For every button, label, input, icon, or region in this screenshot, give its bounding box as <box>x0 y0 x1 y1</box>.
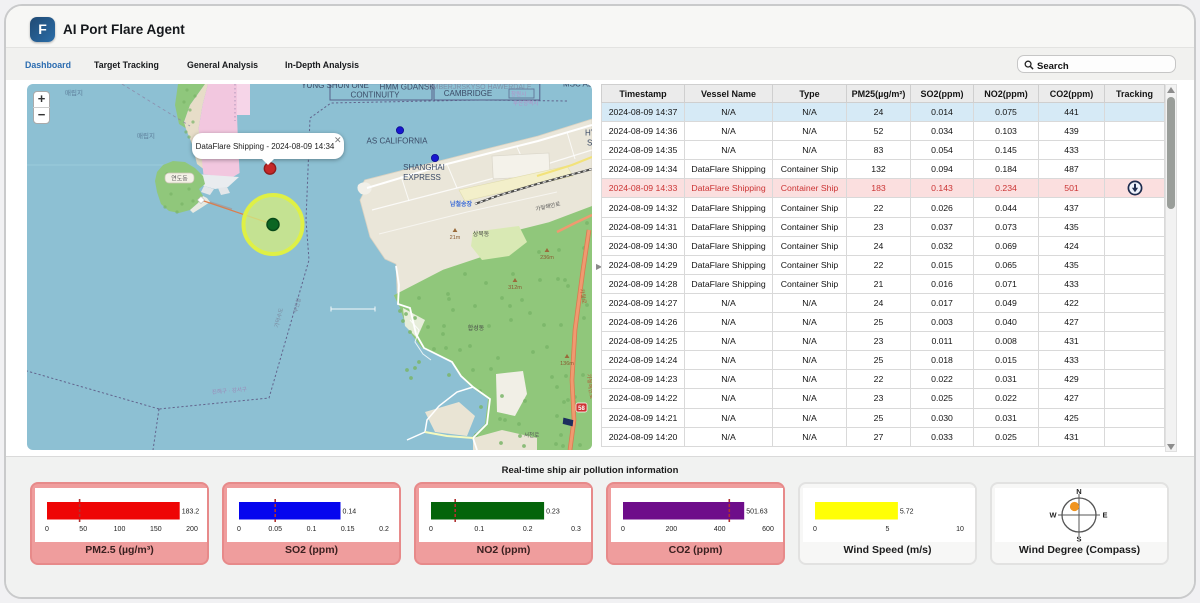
svg-text:183.2: 183.2 <box>182 509 200 516</box>
svg-text:10: 10 <box>956 526 964 533</box>
svg-text:0.14: 0.14 <box>343 509 357 516</box>
svg-text:5: 5 <box>886 526 890 533</box>
svg-text:21m: 21m <box>450 235 461 241</box>
svg-text:합성동: 합성동 <box>468 324 485 332</box>
svg-text:연도동: 연도동 <box>171 175 188 183</box>
svg-text:서천로: 서천로 <box>524 431 539 439</box>
svg-text:CONTINUITY: CONTINUITY <box>351 91 401 100</box>
svg-text:S: S <box>1076 535 1081 543</box>
svg-text:0: 0 <box>429 526 433 533</box>
svg-text:0.15: 0.15 <box>341 526 355 533</box>
svg-text:HY: HY <box>585 129 592 138</box>
svg-text:SH: SH <box>587 139 592 148</box>
svg-text:400: 400 <box>714 526 726 533</box>
svg-text:0.2: 0.2 <box>523 526 533 533</box>
svg-text:0: 0 <box>45 526 49 533</box>
svg-text:남철송장: 남철송장 <box>450 200 473 208</box>
svg-text:EXPRESS: EXPRESS <box>403 173 441 182</box>
svg-text:N: N <box>1076 488 1081 496</box>
svg-text:58: 58 <box>578 406 585 412</box>
svg-text:50: 50 <box>79 526 87 533</box>
svg-text:TIMBERJRSKYSO HAWERDALE: TIMBERJRSKYSO HAWERDALE <box>426 84 531 91</box>
svg-text:창원시: 창원시 <box>511 90 526 98</box>
svg-text:136m: 136m <box>560 361 574 367</box>
svg-text:AS CALIFORNIA: AS CALIFORNIA <box>367 137 429 146</box>
svg-text:501.63: 501.63 <box>746 509 768 516</box>
svg-text:200: 200 <box>665 526 677 533</box>
svg-text:0: 0 <box>621 526 625 533</box>
svg-text:312m: 312m <box>508 285 522 291</box>
svg-text:0.2: 0.2 <box>379 526 389 533</box>
svg-text:MSC ALBA: MSC ALBA <box>563 84 592 89</box>
svg-text:매립지: 매립지 <box>137 131 155 140</box>
svg-text:200: 200 <box>186 526 198 533</box>
svg-text:0: 0 <box>237 526 241 533</box>
svg-text:YUNG SHUN ONE: YUNG SHUN ONE <box>301 84 369 90</box>
svg-text:0.3: 0.3 <box>571 526 581 533</box>
svg-text:0.1: 0.1 <box>307 526 317 533</box>
svg-text:E: E <box>1102 511 1107 520</box>
svg-text:W: W <box>1049 511 1057 520</box>
svg-text:0.23: 0.23 <box>546 509 560 516</box>
svg-text:100: 100 <box>114 526 126 533</box>
svg-text:600: 600 <box>762 526 774 533</box>
svg-text:상북동: 상북동 <box>473 230 490 238</box>
svg-text:0.05: 0.05 <box>268 526 282 533</box>
svg-text:SHANGHAI: SHANGHAI <box>403 163 445 172</box>
svg-text:5.72: 5.72 <box>900 509 914 516</box>
svg-text:부산광역시: 부산광역시 <box>513 99 538 107</box>
svg-text:0.1: 0.1 <box>474 526 484 533</box>
svg-text:0: 0 <box>813 526 817 533</box>
svg-text:매립지: 매립지 <box>65 88 83 97</box>
svg-text:236m: 236m <box>540 255 554 261</box>
svg-text:150: 150 <box>150 526 162 533</box>
